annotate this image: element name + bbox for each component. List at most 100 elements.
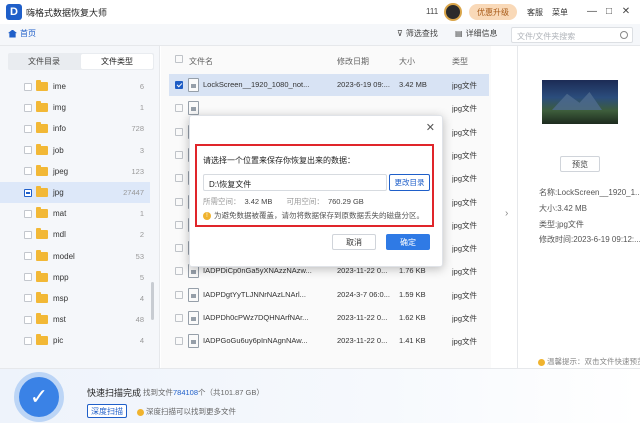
deep-scan-button[interactable]: 深度扫描 — [87, 404, 127, 418]
folder-checkbox[interactable] — [24, 252, 32, 261]
search-placeholder: 文件/文件夹搜索 — [517, 32, 576, 41]
tab-file-type[interactable]: 文件类型 — [81, 54, 153, 69]
overwrite-warning-text: 为避免数据被覆盖，请勿将数据保存到原数据丢失的磁盘分区。 — [214, 211, 424, 220]
folder-icon — [36, 186, 48, 198]
folder-checkbox[interactable] — [24, 336, 32, 345]
close-icon[interactable]: ✕ — [620, 5, 632, 17]
folder-checkbox[interactable] — [24, 294, 32, 303]
sidebar-folder-item[interactable]: mst 48 — [0, 309, 150, 330]
sidebar: 文件目录 文件类型 ime 6 img 1 info 728 job 3 jpeg 123 jpg 2… — [0, 46, 160, 368]
meta-name: 名称:LockScreen__1920_1... — [539, 188, 640, 197]
app-title: 嗨格式数据恢复大师 — [26, 8, 108, 18]
folder-count: 4 — [139, 293, 144, 303]
folder-name: mdl — [53, 230, 66, 240]
scan-stats: 找到文件784108个（共101.87 GB） — [143, 387, 264, 398]
folder-icon — [36, 101, 48, 113]
folder-checkbox[interactable] — [24, 209, 32, 218]
folder-checkbox[interactable] — [24, 230, 32, 239]
folder-icon — [36, 228, 48, 240]
folder-count: 1 — [139, 103, 144, 113]
scan-status-bar: ✓ 快速扫描完成 找到文件784108个（共101.87 GB） 深度扫描 深度… — [0, 368, 640, 423]
meta-size: 大小:3.42 MB — [539, 204, 588, 213]
confirm-button[interactable]: 确定 — [386, 234, 430, 250]
sidebar-folder-item[interactable]: mat 1 — [0, 203, 150, 224]
folder-count: 6 — [139, 82, 144, 92]
available-space-value: 760.29 GB — [327, 197, 364, 206]
change-directory-button[interactable]: 更改目录 — [389, 174, 430, 191]
notification-count: 111 — [426, 7, 439, 16]
preview-button[interactable]: 预览 — [560, 156, 600, 172]
folder-name: msp — [53, 293, 69, 303]
folder-icon — [36, 122, 48, 134]
app-logo-icon: D — [6, 4, 22, 20]
sidebar-folder-item[interactable]: model 53 — [0, 246, 150, 267]
sidebar-folder-item[interactable]: mpp 5 — [0, 267, 150, 288]
folder-count: 123 — [131, 166, 144, 176]
sidebar-folder-item[interactable]: jpeg 123 — [0, 161, 150, 182]
menu-link[interactable]: 菜单 — [552, 7, 568, 18]
folder-name: jpg — [53, 188, 64, 198]
folder-name: mst — [53, 315, 66, 325]
tab-file-directory[interactable]: 文件目录 — [8, 53, 80, 70]
home-button[interactable]: 首页 — [8, 28, 36, 39]
maximize-icon[interactable]: □ — [603, 5, 615, 17]
folder-name: pic — [53, 336, 64, 346]
folder-checkbox[interactable] — [24, 167, 32, 176]
required-space-label: 所需空间： — [203, 197, 241, 206]
folder-icon — [36, 143, 48, 155]
lightbulb-icon — [538, 358, 545, 366]
folder-name: jpeg — [53, 166, 69, 176]
folder-checkbox[interactable] — [24, 103, 32, 112]
save-location-dialog: ✕ 请选择一个位置来保存你恢复出来的数据： D:\恢复文件 更改目录 所需空间：… — [189, 115, 443, 267]
folder-checkbox[interactable] — [24, 315, 32, 324]
vip-badge-icon[interactable] — [444, 3, 462, 21]
sidebar-folder-item[interactable]: ime 6 — [0, 76, 150, 97]
space-info: 所需空间： 3.42 MB 可用空间： 760.29 GB — [203, 196, 378, 207]
sidebar-folder-item[interactable]: msp 4 — [0, 288, 150, 309]
filter-button[interactable]: ⊽ 筛选查找 — [397, 28, 438, 39]
sidebar-folder-item[interactable]: info 728 — [0, 118, 150, 139]
chevron-right-icon[interactable]: › — [505, 208, 508, 219]
folder-name: img — [53, 103, 66, 113]
dialog-close-icon[interactable]: ✕ — [426, 121, 435, 134]
toolbar: 首页 ⊽ 筛选查找 ▤ 详细信息 文件/文件夹搜索 — [0, 24, 640, 46]
minimize-icon[interactable]: — — [586, 5, 598, 17]
sidebar-folder-item[interactable]: pic 4 — [0, 330, 150, 351]
required-space-value: 3.42 MB — [244, 197, 273, 206]
overwrite-warning: ! 为避免数据被覆盖，请勿将数据保存到原数据丢失的磁盘分区。 — [203, 210, 424, 221]
sidebar-folder-item[interactable]: job 3 — [0, 140, 150, 161]
details-icon: ▤ — [455, 29, 463, 38]
preview-panel: 预览 名称:LockScreen__1920_1... 大小:3.42 MB 类… — [517, 46, 640, 368]
cancel-button[interactable]: 取消 — [332, 234, 376, 250]
folder-checkbox[interactable] — [24, 188, 32, 197]
sidebar-folder-item[interactable]: img 1 — [0, 97, 150, 118]
save-path-input[interactable]: D:\恢复文件 — [203, 174, 387, 191]
folder-name: info — [53, 124, 66, 134]
details-button[interactable]: ▤ 详细信息 — [455, 28, 498, 39]
scan-found-prefix: 找到文件 — [143, 388, 173, 397]
sidebar-scrollbar[interactable] — [151, 282, 154, 320]
sidebar-folder-item[interactable]: mdl 2 — [0, 224, 150, 245]
folder-name: mpp — [53, 272, 69, 282]
folder-name: ime — [53, 82, 66, 92]
folder-count: 1 — [139, 209, 144, 219]
folder-name: mat — [53, 209, 67, 219]
scan-title: 快速扫描完成 — [87, 388, 142, 398]
search-input[interactable]: 文件/文件夹搜索 — [511, 27, 633, 43]
upgrade-button[interactable]: 优惠升级 — [469, 4, 517, 20]
folder-checkbox[interactable] — [24, 273, 32, 282]
scan-found-count: 784108 — [173, 388, 199, 397]
search-icon[interactable] — [620, 31, 628, 39]
home-label: 首页 — [20, 29, 36, 38]
folder-icon — [36, 291, 48, 303]
folder-checkbox[interactable] — [24, 82, 32, 91]
folder-count: 27447 — [123, 188, 144, 198]
folder-checkbox[interactable] — [24, 146, 32, 155]
folder-checkbox[interactable] — [24, 124, 32, 133]
folder-icon — [36, 249, 48, 261]
warning-icon: ! — [203, 212, 211, 221]
service-link[interactable]: 客服 — [527, 7, 543, 18]
sidebar-folder-item[interactable]: jpg 27447 — [0, 181, 150, 204]
preview-thumbnail — [542, 80, 618, 124]
info-bulb-icon — [137, 408, 144, 416]
